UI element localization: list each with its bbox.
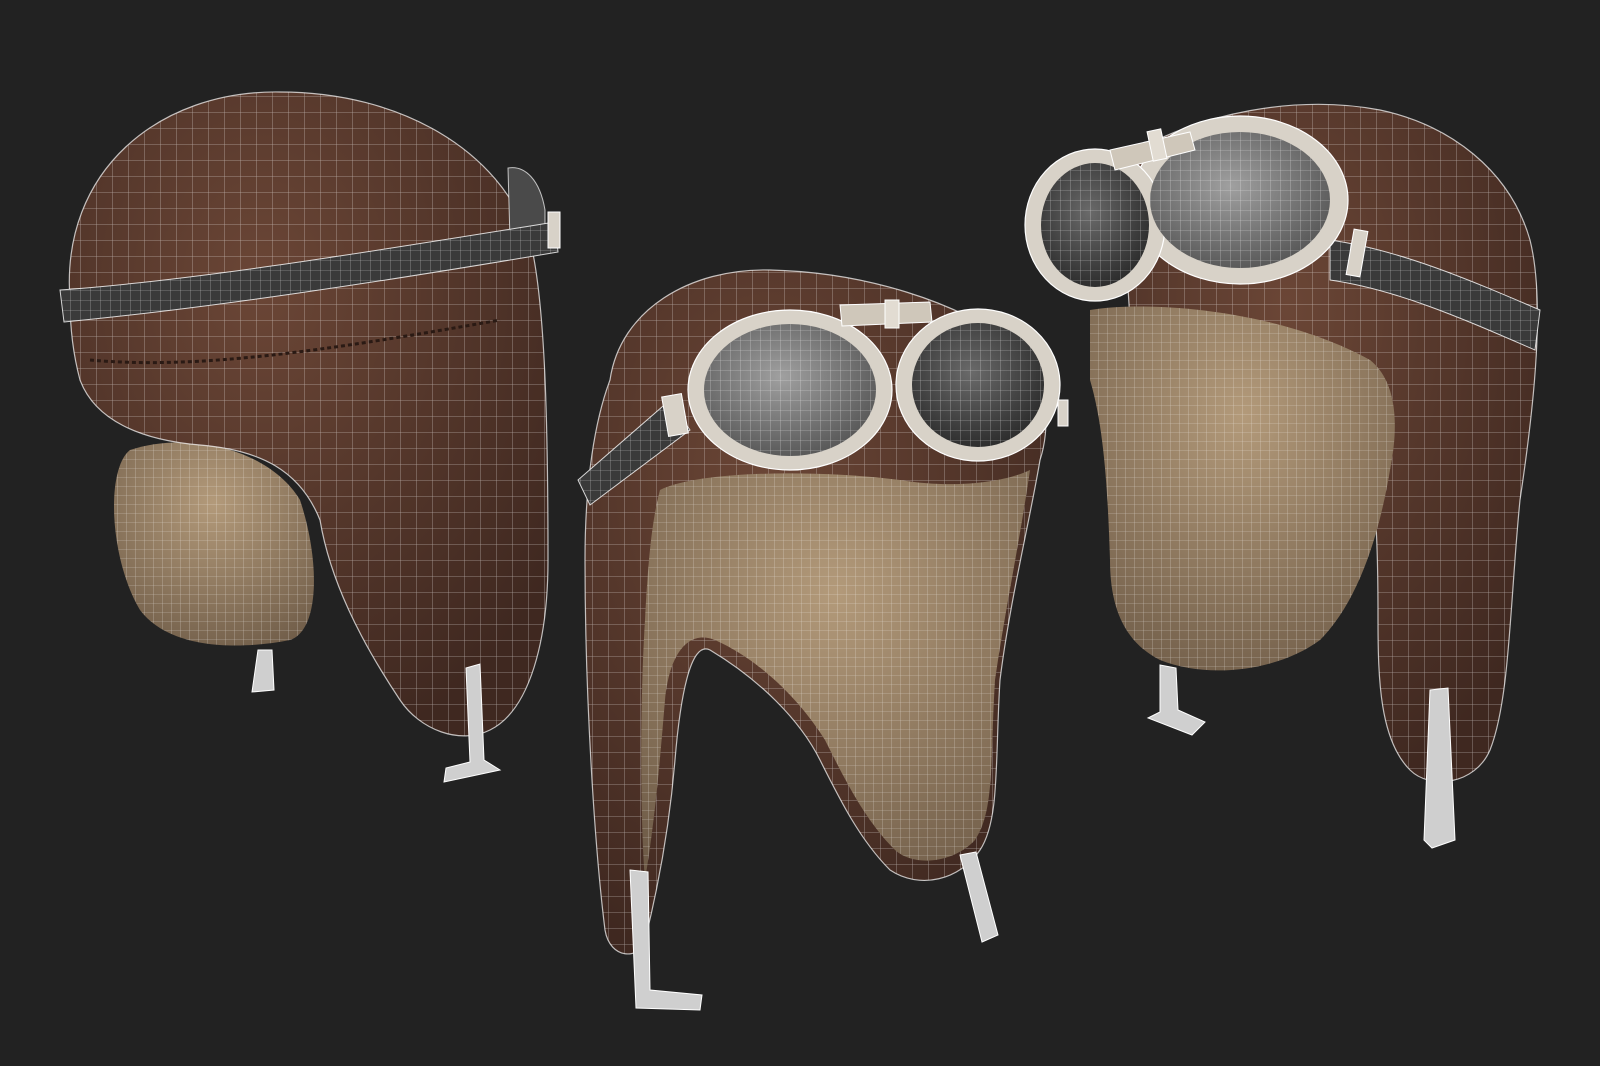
helmet-three-quarter-view	[1024, 103, 1541, 849]
chin-strap-right	[959, 851, 999, 943]
helmet-front-view	[577, 269, 1069, 1011]
render-viewport	[0, 0, 1600, 1066]
chin-strap-left	[251, 649, 275, 693]
helmet-back-view	[59, 91, 561, 783]
chin-strap-left	[629, 869, 703, 1011]
chin-strap-left	[1146, 664, 1206, 736]
